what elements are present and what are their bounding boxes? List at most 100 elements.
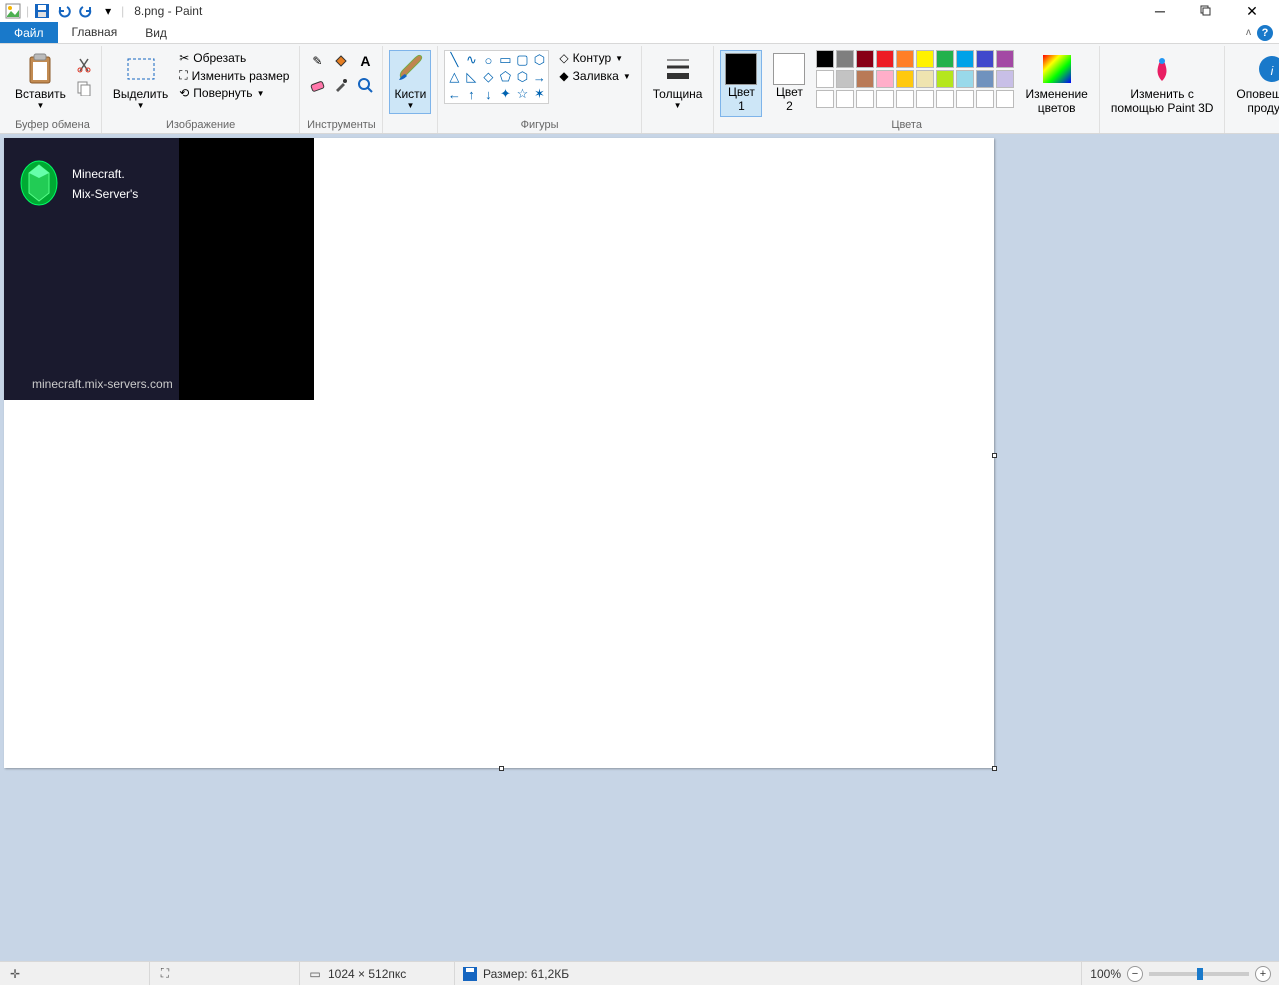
palette-swatch[interactable] [876, 50, 894, 68]
pencil-tool[interactable]: ✎ [306, 50, 328, 72]
tab-view[interactable]: Вид [131, 22, 181, 43]
crop-button[interactable]: ✂Обрезать [175, 50, 293, 66]
ribbon-collapse-icon[interactable]: ʌ [1246, 27, 1251, 38]
palette-swatch[interactable] [996, 70, 1014, 88]
palette-custom-swatch[interactable] [916, 90, 934, 108]
palette-custom-swatch[interactable] [896, 90, 914, 108]
palette-swatch[interactable] [956, 50, 974, 68]
palette-custom-swatch[interactable] [816, 90, 834, 108]
shape-star4[interactable]: ✦ [498, 87, 512, 101]
eraser-tool[interactable] [306, 74, 328, 96]
workspace[interactable]: Minecraft. Mix-Server's minecraft.mix-se… [0, 134, 1279, 961]
palette-swatch[interactable] [856, 70, 874, 88]
palette-swatch[interactable] [816, 70, 834, 88]
undo-icon[interactable] [55, 2, 73, 20]
resize-handle-e[interactable] [992, 453, 997, 458]
product-alert-button[interactable]: i Оповещение продукта [1231, 50, 1279, 119]
palette-swatch[interactable] [916, 50, 934, 68]
tab-home[interactable]: Главная [58, 22, 132, 43]
palette-custom-swatch[interactable] [996, 90, 1014, 108]
resize-handle-s[interactable] [499, 766, 504, 771]
shape-rect[interactable]: ▭ [498, 53, 512, 67]
edit-colors-button[interactable]: Изменение цветов [1020, 50, 1092, 119]
tab-file[interactable]: Файл [0, 22, 58, 43]
shape-arrow-d[interactable]: ↓ [481, 87, 495, 101]
copy-button[interactable] [73, 77, 95, 99]
rotate-button[interactable]: ⟲Повернуть ▼ [175, 85, 293, 101]
size-icon [662, 53, 694, 85]
palette-swatch[interactable] [896, 50, 914, 68]
palette-swatch[interactable] [836, 50, 854, 68]
palette-custom-swatch[interactable] [836, 90, 854, 108]
shape-star6[interactable]: ✶ [532, 87, 546, 101]
cut-button[interactable] [73, 54, 95, 76]
app-icon[interactable] [4, 2, 22, 20]
magnifier-tool[interactable] [354, 74, 376, 96]
palette-custom-swatch[interactable] [856, 90, 874, 108]
shape-pentagon[interactable]: ⬠ [498, 70, 512, 84]
shape-oval[interactable]: ○ [481, 53, 495, 67]
picker-tool[interactable] [330, 74, 352, 96]
paint3d-icon [1146, 53, 1178, 85]
shape-arrow-u[interactable]: ↑ [464, 87, 478, 101]
resize-button[interactable]: ⛶Изменить размер [175, 67, 293, 84]
bucket-tool[interactable] [330, 50, 352, 72]
palette-swatch[interactable] [936, 50, 954, 68]
palette-custom-swatch[interactable] [976, 90, 994, 108]
palette-swatch[interactable] [836, 70, 854, 88]
redo-icon[interactable] [77, 2, 95, 20]
shape-arrow-r[interactable]: → [532, 70, 546, 84]
color1-button[interactable]: Цвет 1 [720, 50, 762, 117]
color2-button[interactable]: Цвет 2 [768, 50, 810, 117]
zoom-out-button[interactable]: − [1127, 966, 1143, 982]
close-button[interactable]: ✕ [1229, 0, 1275, 22]
fill-button[interactable]: ◆Заливка ▼ [555, 68, 634, 84]
palette-swatch[interactable] [996, 50, 1014, 68]
shape-polygon[interactable]: ⬡ [532, 53, 546, 67]
shape-roundrect[interactable]: ▢ [515, 53, 529, 67]
palette-swatch[interactable] [896, 70, 914, 88]
shape-gallery[interactable]: ╲ ∿ ○ ▭ ▢ ⬡ △ ◺ ◇ ⬠ ⬡ → ← ↑ ↓ ✦ ☆ [444, 50, 549, 104]
palette-swatch[interactable] [816, 50, 834, 68]
canvas[interactable]: Minecraft. Mix-Server's minecraft.mix-se… [4, 138, 994, 768]
palette-swatch[interactable] [856, 50, 874, 68]
shape-curve[interactable]: ∿ [464, 53, 478, 67]
shape-line[interactable]: ╲ [447, 53, 461, 67]
palette-custom-swatch[interactable] [936, 90, 954, 108]
zoom-slider[interactable] [1149, 972, 1249, 976]
palette-swatch[interactable] [876, 70, 894, 88]
color-palette-custom [816, 90, 1014, 108]
save-icon[interactable] [33, 2, 51, 20]
shape-diamond[interactable]: ◇ [481, 70, 495, 84]
help-icon[interactable]: ? [1257, 25, 1273, 41]
size-button[interactable]: Толщина ▼ [648, 50, 708, 114]
paint3d-button[interactable]: Изменить с помощью Paint 3D [1106, 50, 1219, 119]
group-image-label: Изображение [108, 119, 294, 133]
qat-customize-icon[interactable]: ▾ [99, 2, 117, 20]
cursor-pos-icon: ✛ [8, 967, 22, 981]
edit-colors-icon [1041, 53, 1073, 85]
paste-button[interactable]: Вставить ▼ [10, 50, 71, 114]
brushes-button[interactable]: Кисти ▼ [389, 50, 431, 114]
minimize-button[interactable]: ─ [1137, 0, 1183, 22]
palette-swatch[interactable] [976, 70, 994, 88]
palette-swatch[interactable] [916, 70, 934, 88]
shape-star5[interactable]: ☆ [515, 87, 529, 101]
palette-custom-swatch[interactable] [876, 90, 894, 108]
outline-button[interactable]: ◇Контур ▼ [555, 50, 634, 66]
palette-custom-swatch[interactable] [956, 90, 974, 108]
shape-hexagon[interactable]: ⬡ [515, 70, 529, 84]
group-colors-label: Цвета [720, 119, 1092, 133]
titlebar: | ▾ | 8.png - Paint ─ ✕ [0, 0, 1279, 22]
palette-swatch[interactable] [936, 70, 954, 88]
text-tool[interactable]: A [354, 50, 376, 72]
shape-rtriangle[interactable]: ◺ [464, 70, 478, 84]
maximize-button[interactable] [1183, 0, 1229, 22]
shape-triangle[interactable]: △ [447, 70, 461, 84]
zoom-in-button[interactable]: + [1255, 966, 1271, 982]
shape-arrow-l[interactable]: ← [447, 87, 461, 101]
resize-handle-se[interactable] [992, 766, 997, 771]
palette-swatch[interactable] [976, 50, 994, 68]
select-button[interactable]: Выделить ▼ [108, 50, 173, 114]
palette-swatch[interactable] [956, 70, 974, 88]
